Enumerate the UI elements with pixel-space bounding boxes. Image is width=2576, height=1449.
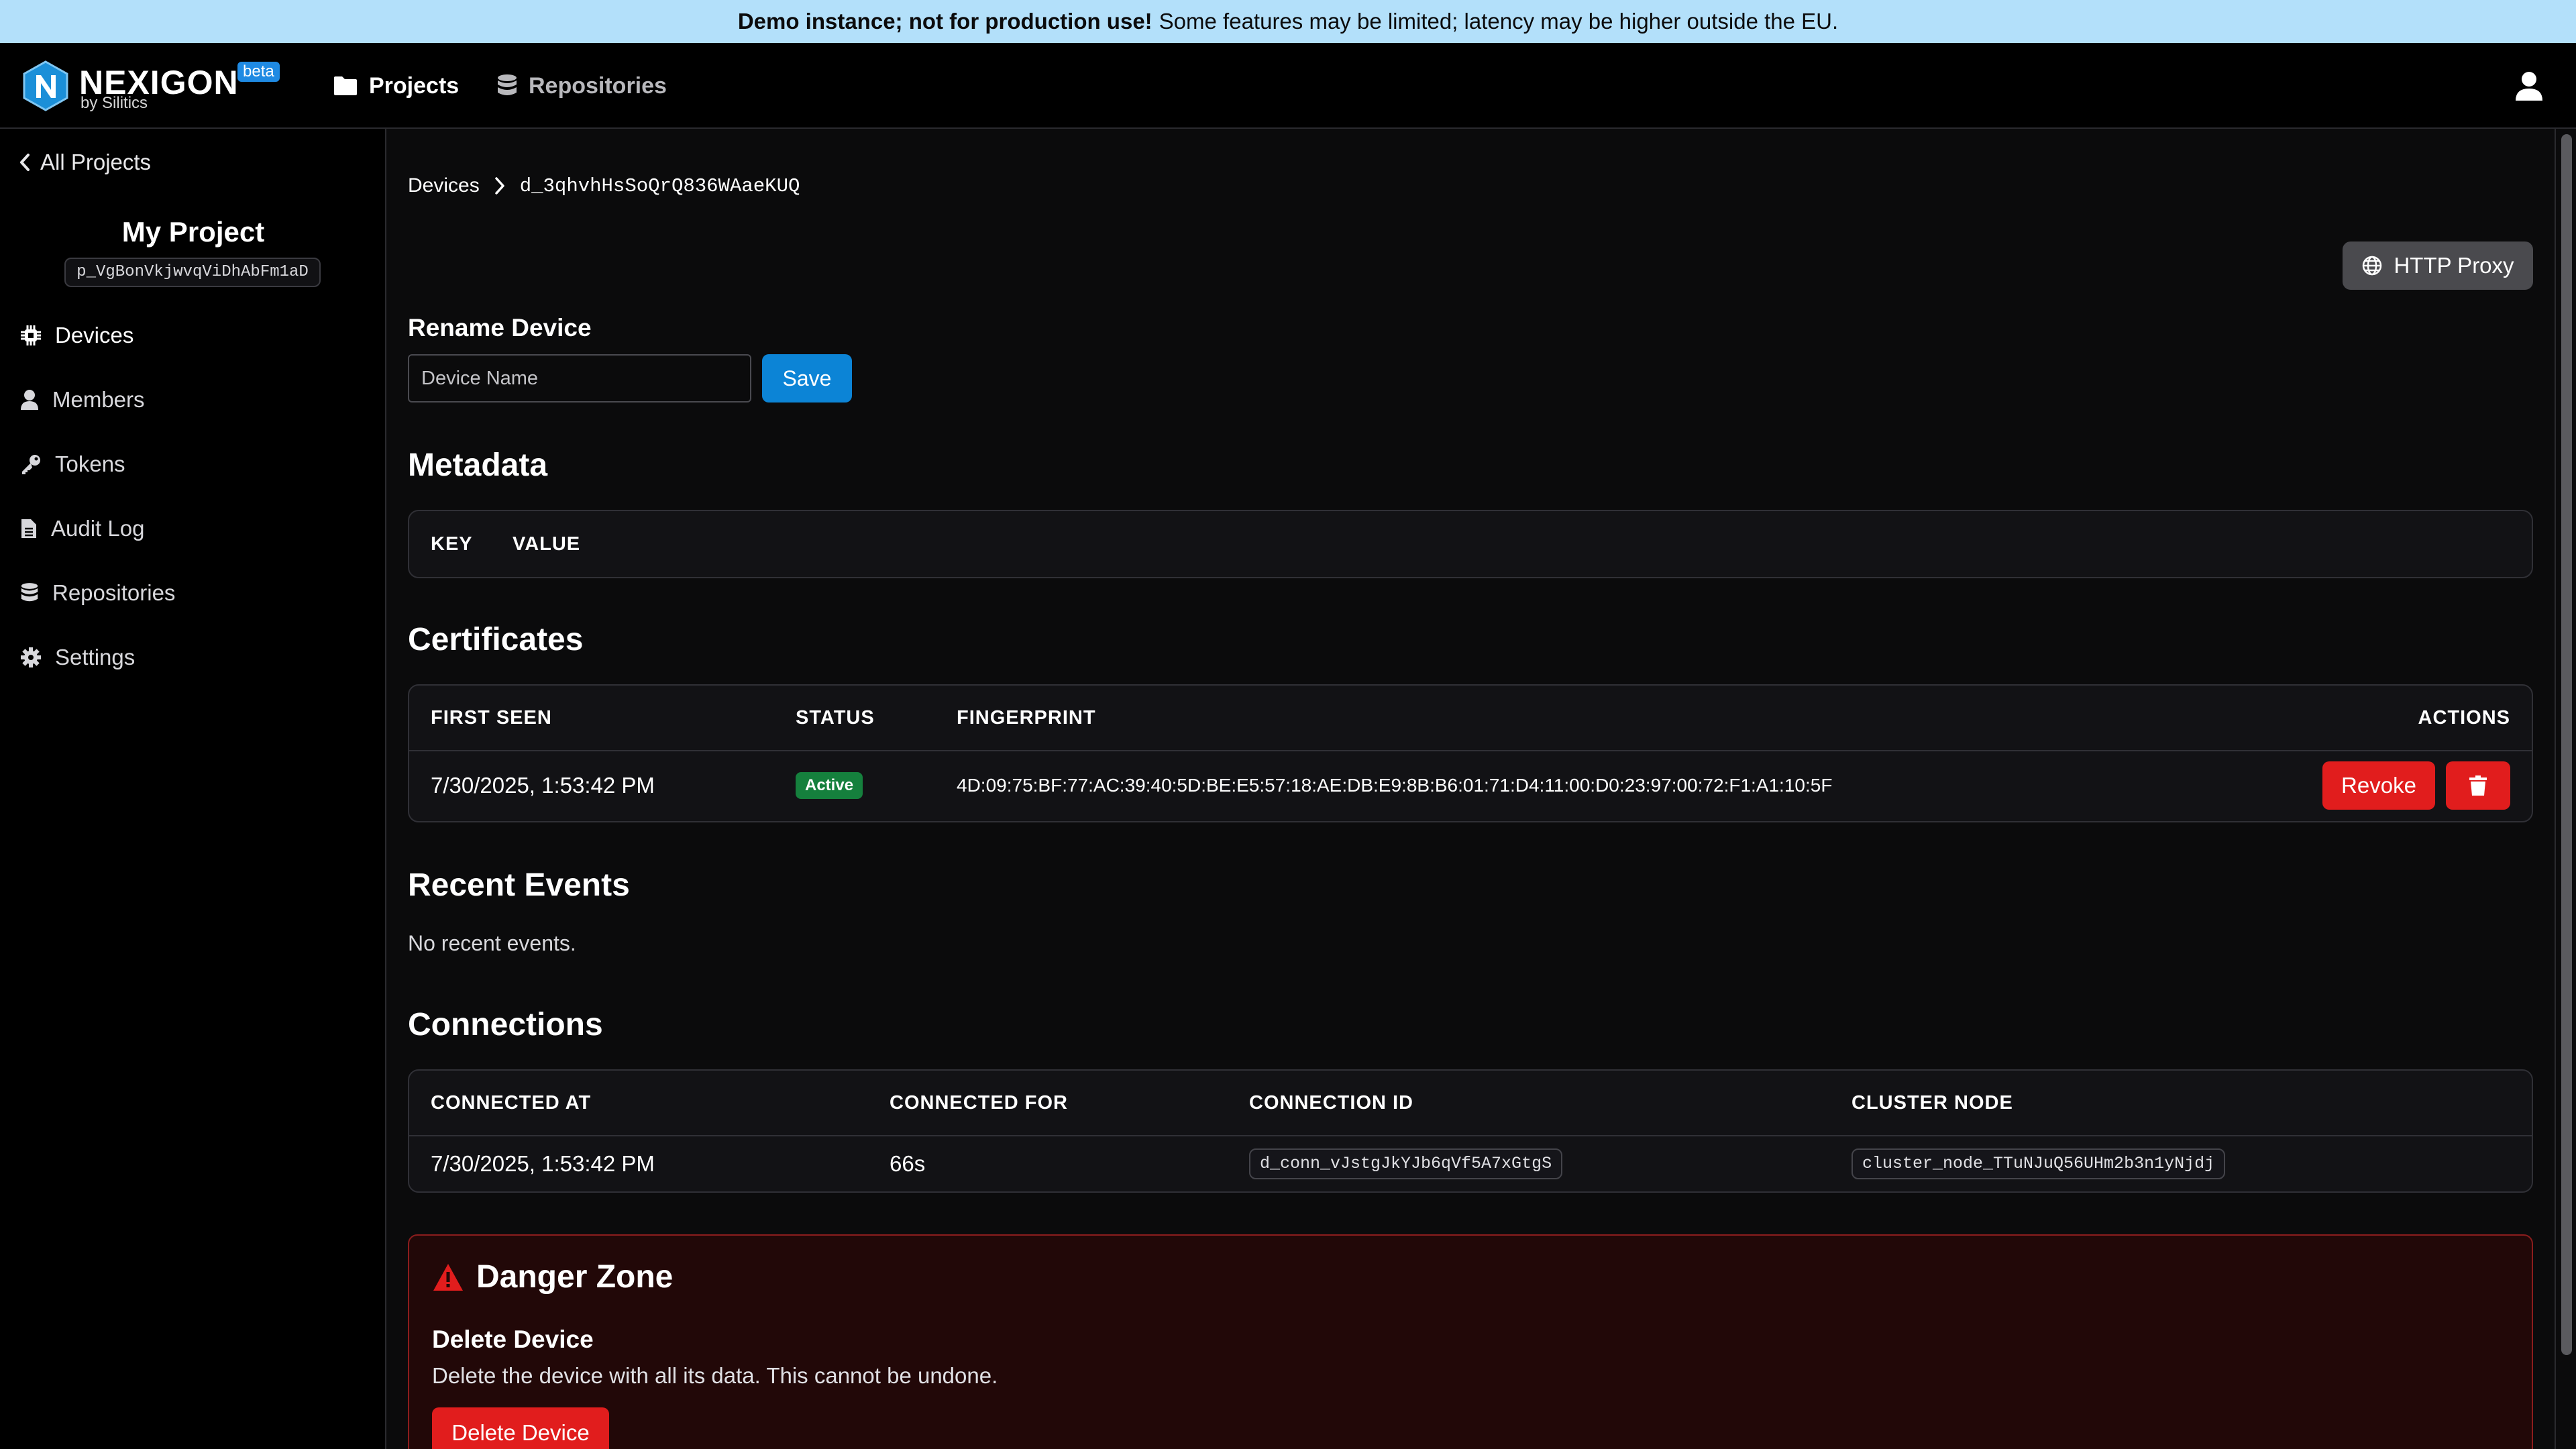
metadata-table: KEY VALUE: [408, 510, 2533, 578]
column-header-cluster-node: CLUSTER NODE: [1851, 1091, 2013, 1114]
chip-icon: [21, 325, 41, 345]
sidebar-item-members[interactable]: Members: [20, 384, 145, 416]
nexigon-logo-icon: [23, 60, 68, 111]
recent-events-heading: Recent Events: [408, 867, 630, 903]
certificates-table-header: FIRST SEEN STATUS FINGERPRINT ACTIONS: [409, 686, 2532, 750]
delete-device-description: Delete the device with all its data. Thi…: [432, 1363, 998, 1388]
delete-device-button[interactable]: Delete Device: [432, 1407, 609, 1449]
column-header-first-seen: FIRST SEEN: [431, 706, 552, 729]
chevron-right-icon: [494, 177, 504, 195]
sidebar-item-label: Members: [52, 387, 145, 412]
no-recent-events: No recent events.: [408, 931, 576, 955]
connection-id-cell: d_conn_vJstgJkYJb6qVf5A7xGtgS: [1249, 1136, 1563, 1191]
column-header-connection-id: CONNECTION ID: [1249, 1091, 1413, 1114]
connections-table-header: CONNECTED AT CONNECTED FOR CONNECTION ID…: [409, 1071, 2532, 1135]
sidebar-item-devices[interactable]: Devices: [20, 319, 133, 352]
warning-icon: [433, 1263, 463, 1291]
user-account-icon[interactable]: [2513, 70, 2545, 102]
connection-connected-for: 66s: [890, 1151, 926, 1176]
all-projects-label: All Projects: [40, 150, 152, 174]
nav-repositories[interactable]: Repositories: [496, 70, 667, 102]
globe-icon: [2363, 256, 2382, 276]
banner-bold-text: Demo instance; not for production use!: [737, 9, 1152, 34]
breadcrumb: Devices d_3qhvhHsSoQrQ836WAaeKUQ: [408, 169, 800, 203]
gear-icon: [21, 647, 41, 667]
column-header-connected-at: CONNECTED AT: [431, 1091, 592, 1114]
scrollbar-thumb[interactable]: [2561, 134, 2572, 1355]
breadcrumb-devices[interactable]: Devices: [408, 174, 480, 197]
main-content: Devices d_3qhvhHsSoQrQ836WAaeKUQ HTTP Pr…: [408, 129, 2533, 1449]
column-header-status: STATUS: [796, 706, 875, 729]
user-icon: [21, 390, 38, 410]
connections-table: CONNECTED AT CONNECTED FOR CONNECTION ID…: [408, 1069, 2533, 1193]
sidebar-item-tokens[interactable]: Tokens: [20, 448, 125, 480]
device-name-input[interactable]: [408, 354, 751, 402]
delete-certificate-button[interactable]: [2446, 761, 2510, 810]
all-projects-link[interactable]: All Projects: [19, 148, 151, 177]
http-proxy-label: HTTP Proxy: [2394, 253, 2514, 278]
sidebar-item-label: Tokens: [55, 451, 125, 476]
revoke-button[interactable]: Revoke: [2322, 761, 2435, 810]
delete-device-heading: Delete Device: [432, 1326, 594, 1353]
certificates-heading: Certificates: [408, 622, 584, 657]
certificate-status-cell: Active: [796, 751, 863, 820]
demo-banner: Demo instance; not for production use! S…: [0, 0, 2576, 43]
metadata-table-header: KEY VALUE: [409, 511, 2532, 577]
brand-logo[interactable]: NEXIGON by Silitics beta: [20, 59, 288, 113]
key-icon: [22, 455, 40, 474]
nav-projects-label: Projects: [369, 72, 460, 99]
connections-heading: Connections: [408, 1007, 603, 1042]
sidebar-item-audit-log[interactable]: Audit Log: [20, 513, 144, 545]
sidebar-item-label: Devices: [55, 323, 134, 347]
sidebar-item-label: Repositories: [52, 580, 176, 605]
danger-zone-title: Danger Zone: [432, 1258, 673, 1295]
sidebar-item-repositories[interactable]: Repositories: [20, 577, 175, 609]
http-proxy-button[interactable]: HTTP Proxy: [2343, 241, 2533, 290]
brand-by: by Silitics: [80, 94, 148, 112]
database-icon: [21, 583, 38, 602]
connection-id: d_conn_vJstgJkYJb6qVf5A7xGtgS: [1249, 1148, 1563, 1179]
table-row: 7/30/2025, 1:53:42 PM 66s d_conn_vJstgJk…: [409, 1135, 2532, 1191]
sidebar: All Projects My Project p_VgBonVkjwvqViD…: [0, 129, 386, 1449]
metadata-heading: Metadata: [408, 447, 548, 483]
database-icon: [498, 74, 517, 95]
nav-repositories-label: Repositories: [529, 72, 667, 99]
rename-device-heading: Rename Device: [408, 314, 592, 341]
project-title: My Project: [121, 216, 265, 248]
cluster-node: cluster_node_TTuNJuQ56UHm2b3n1yNjdj: [1851, 1148, 2226, 1179]
column-header-connected-for: CONNECTED FOR: [890, 1091, 1068, 1114]
connection-connected-at: 7/30/2025, 1:53:42 PM: [431, 1151, 655, 1176]
column-header-key: KEY: [431, 533, 473, 555]
certificate-first-seen: 7/30/2025, 1:53:42 PM: [431, 773, 655, 798]
certificate-actions: Revoke: [2322, 751, 2510, 820]
nav-projects[interactable]: Projects: [333, 70, 459, 102]
column-header-value: VALUE: [513, 533, 581, 555]
chevron-left-icon: [20, 154, 30, 171]
document-icon: [21, 519, 36, 538]
cluster-node-cell: cluster_node_TTuNJuQ56UHm2b3n1yNjdj: [1851, 1136, 2226, 1191]
danger-zone-label: Danger Zone: [476, 1259, 674, 1295]
certificates-table: FIRST SEEN STATUS FINGERPRINT ACTIONS 7/…: [408, 684, 2533, 822]
sidebar-item-label: Audit Log: [51, 516, 145, 541]
scrollbar[interactable]: [2555, 129, 2576, 1449]
banner-text: Some features may be limited; latency ma…: [1159, 9, 1839, 34]
column-header-fingerprint: FINGERPRINT: [957, 706, 1096, 729]
folder-icon: [334, 76, 357, 95]
sidebar-item-label: Settings: [55, 645, 136, 669]
column-header-actions: ACTIONS: [2418, 706, 2510, 729]
status-badge: Active: [796, 772, 863, 799]
trash-icon: [2469, 775, 2487, 796]
sidebar-item-settings[interactable]: Settings: [20, 641, 135, 674]
table-row: 7/30/2025, 1:53:42 PM Active 4D:09:75:BF…: [409, 750, 2532, 820]
certificate-fingerprint: 4D:09:75:BF:77:AC:39:40:5D:BE:E5:57:18:A…: [957, 775, 1833, 796]
danger-zone: Danger Zone Delete Device Delete the dev…: [408, 1234, 2533, 1449]
top-navigation: NEXIGON by Silitics beta Projects Reposi…: [0, 43, 2576, 129]
project-id: p_VgBonVkjwvqViDhAbFm1aD: [64, 258, 321, 287]
beta-badge: beta: [237, 62, 280, 82]
breadcrumb-device-id: d_3qhvhHsSoQrQ836WAaeKUQ: [519, 174, 800, 197]
save-button[interactable]: Save: [762, 354, 852, 402]
